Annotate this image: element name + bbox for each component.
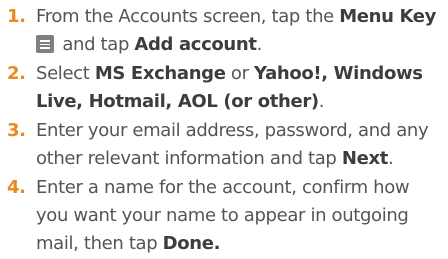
step-text-segment: or	[225, 63, 255, 84]
step-number: 2.	[7, 63, 26, 84]
step-text-segment: .	[256, 34, 263, 55]
step-text: Enter a name for the account, confirm ho…	[36, 174, 445, 258]
menu-key-icon	[36, 35, 54, 53]
step-text-segment: Enter a name for the account, confirm ho…	[36, 177, 410, 254]
step-text-segment: and tap	[57, 34, 135, 55]
step-1: 1. From the Accounts screen, tap the Men…	[7, 3, 445, 59]
done-label: Done.	[162, 233, 221, 254]
add-account-label: Add account	[134, 34, 257, 55]
menu-key-label: Menu Key	[339, 6, 437, 27]
next-label: Next	[341, 148, 388, 169]
step-2: 2. Select MS Exchange or Yahoo!, Windows…	[7, 60, 445, 116]
step-text-segment: .	[387, 148, 394, 169]
step-4: 4. Enter a name for the account, confirm…	[7, 174, 445, 258]
step-number: 3.	[7, 120, 26, 141]
step-text: Select MS Exchange or Yahoo!, Windows Li…	[36, 60, 445, 116]
step-text-segment: From the Accounts screen, tap the	[36, 6, 340, 27]
step-text: Enter your email address, password, and …	[36, 117, 445, 173]
step-number: 4.	[7, 177, 26, 198]
step-text: From the Accounts screen, tap the Menu K…	[36, 3, 445, 59]
instruction-steps: 1. From the Accounts screen, tap the Men…	[7, 3, 445, 259]
step-3: 3. Enter your email address, password, a…	[7, 117, 445, 173]
step-text-segment: Select	[36, 63, 95, 84]
step-text-segment: .	[318, 91, 325, 112]
ms-exchange-label: MS Exchange	[94, 63, 226, 84]
step-number: 1.	[7, 6, 26, 27]
